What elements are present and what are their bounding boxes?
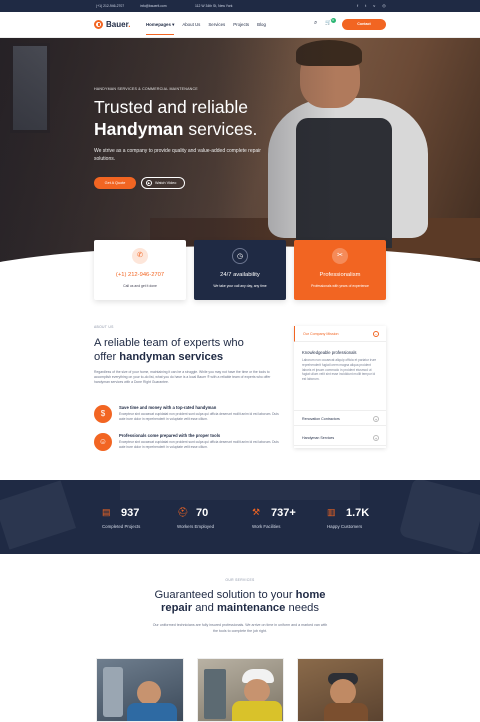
about-text: Regardless of the size of your home, mai…: [94, 370, 271, 385]
hero-title: Trusted and reliable Handyman services.: [94, 97, 258, 139]
service-photo-plumbing[interactable]: [96, 658, 184, 722]
wrench-icon: ⚒: [252, 507, 261, 517]
cart-count-badge: 0: [330, 18, 336, 23]
accordion-item-renovation[interactable]: Renovation Contractors +: [294, 410, 386, 426]
watch-video-button[interactable]: ▶ Watch Video: [141, 177, 185, 189]
stat-work-facilities: ⚒ 737+ Work Facilities: [252, 507, 296, 529]
nav-item-about-us[interactable]: About Us: [182, 22, 200, 35]
customers-icon: ▥: [327, 507, 336, 517]
accordion: Our Company Mission − Knowledgeable prof…: [294, 326, 386, 448]
service-photo-electrical[interactable]: [197, 658, 284, 722]
expand-icon: +: [373, 435, 379, 441]
clock-icon: ◷: [232, 248, 248, 264]
services-title: Guaranteed solution to your home repair …: [154, 589, 326, 614]
logo[interactable]: Bauer.: [94, 20, 130, 29]
services-text: Our uniformed technicians are fully insu…: [152, 623, 328, 633]
accordion-panel: Knowledgeable professionals Laborum non …: [302, 350, 377, 382]
logo-text: Bauer.: [106, 20, 131, 29]
nav-item-blog[interactable]: Blog: [257, 22, 266, 35]
stats-band: [0, 480, 480, 554]
instagram-icon[interactable]: ◎: [382, 3, 386, 8]
facebook-icon[interactable]: f: [357, 3, 358, 8]
feature-save-time: $ Save time and money with a top-rated h…: [94, 405, 284, 427]
nav-item-homepages[interactable]: Homepages ▾: [146, 22, 175, 35]
logo-icon: [94, 20, 103, 29]
phone-icon: ✆: [132, 248, 148, 264]
stat-happy-customers: ▥ 1.7K Happy Customers: [327, 507, 370, 529]
top-info-bar: (+1) 212-946-2707 info@bauerit.com 112 W…: [0, 0, 480, 12]
cart-icon[interactable]: 🛒 0: [325, 18, 336, 27]
hero-eyebrow: HANDYMAN SERVICES & COMMERCIAL MAINTENAN…: [94, 87, 198, 91]
accordion-item-handyman[interactable]: Handyman Services +: [294, 430, 386, 446]
folder-icon: ▤: [102, 507, 111, 517]
play-icon: ▶: [146, 180, 152, 186]
worker-icon: ☺: [94, 433, 112, 451]
stat-completed-projects: ▤ 937 Completed Projects: [102, 507, 141, 529]
menu: Homepages ▾ About Us Services Projects B…: [146, 22, 266, 35]
tools-icon: ✂: [332, 248, 348, 264]
piggy-bank-icon: $: [94, 405, 112, 423]
collapse-icon: −: [373, 331, 379, 337]
feature-card-professionalism[interactable]: ✂ Professionalism Professionals with yea…: [294, 240, 386, 300]
twitter-icon[interactable]: t: [365, 3, 366, 8]
about-title: A reliable team of experts who offer hand…: [94, 337, 244, 363]
nav-item-services[interactable]: Services: [208, 22, 225, 35]
feature-card-phone[interactable]: ✆ (+1) 212-946-2707 Call us and get it d…: [94, 240, 186, 300]
main-navigation: Bauer. Homepages ▾ About Us Services Pro…: [0, 12, 480, 38]
expand-icon: +: [373, 416, 379, 422]
nav-item-projects[interactable]: Projects: [233, 22, 249, 35]
feature-card-availability[interactable]: ◷ 24/7 availability We take your call an…: [194, 240, 286, 300]
service-photo-carpentry[interactable]: [297, 658, 384, 722]
nav-icons: ⌕ 🛒 0: [314, 18, 336, 27]
stat-workers-employed: ⛑ 70 Workers Employed: [177, 507, 215, 529]
hardhat-icon: ⛑: [177, 507, 189, 517]
feature-cards: ✆ (+1) 212-946-2707 Call us and get it d…: [94, 240, 386, 300]
hero-section: HANDYMAN SERVICES & COMMERCIAL MAINTENAN…: [0, 38, 480, 270]
services-section-label: OUR SERVICES: [225, 578, 255, 582]
get-a-quote-button[interactable]: Get A Quote: [94, 177, 136, 189]
topbar-address: 112 W 34th St, New York: [195, 4, 233, 8]
contact-button[interactable]: Contact: [342, 19, 386, 30]
social-links: f t v ◎: [357, 3, 386, 8]
search-icon[interactable]: ⌕: [314, 20, 317, 27]
about-section-label: ABOUT US: [94, 325, 114, 329]
accordion-item-mission[interactable]: Our Company Mission −: [294, 326, 386, 342]
feature-proper-tools: ☺ Professionals come prepared with the p…: [94, 433, 284, 455]
vimeo-icon[interactable]: v: [373, 3, 375, 8]
topbar-phone[interactable]: (+1) 212-946-2707: [96, 4, 124, 8]
hero-subtitle: We strive as a company to provide qualit…: [94, 148, 261, 162]
topbar-email[interactable]: info@bauerit.com: [140, 4, 167, 8]
